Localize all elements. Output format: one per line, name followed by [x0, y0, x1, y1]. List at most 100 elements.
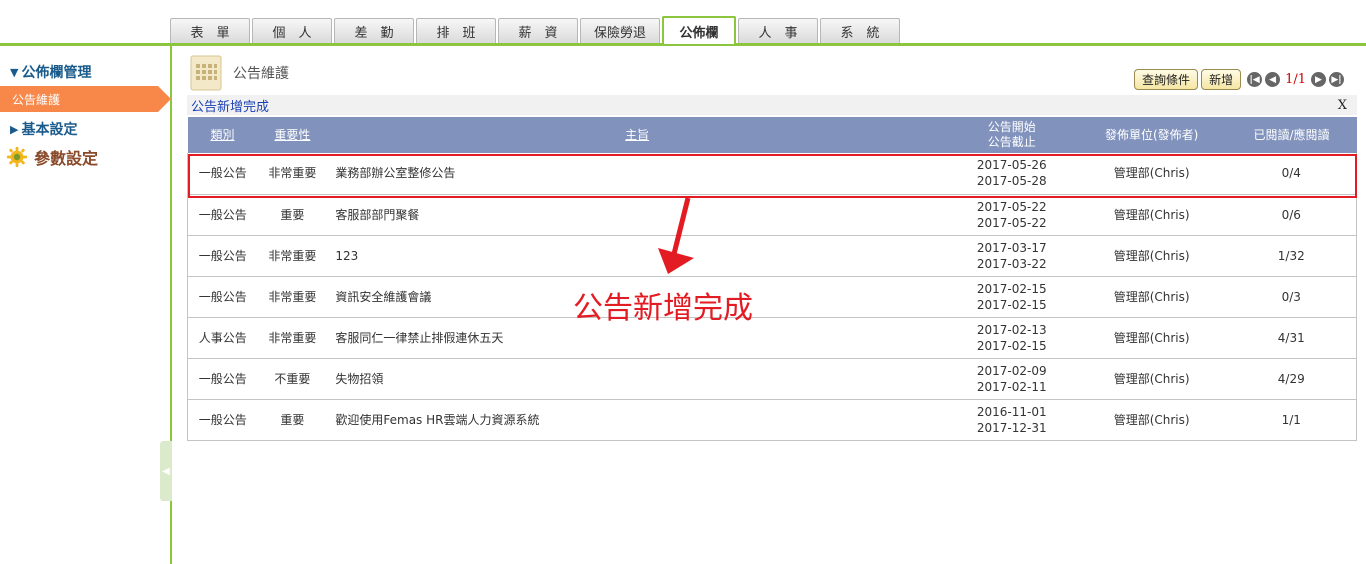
cell-dates: 2016-11-01 2017-12-31: [947, 399, 1077, 440]
cell-dates: 2017-02-15 2017-02-15: [947, 276, 1077, 317]
cell-importance: 不重要: [274, 371, 311, 386]
table-row[interactable]: 一般公告 不重要 失物招領 2017-02-09 2017-02-11 管理部(Chris…: [187, 358, 1357, 399]
annotation-text: 公告新增完成: [573, 291, 753, 326]
page-indicator: 1/1: [1285, 72, 1306, 87]
query-conditions-button[interactable]: 查詢條件: [1134, 69, 1199, 90]
sidebar-section-basic-settings[interactable]: ▶ 基本設定: [0, 119, 170, 139]
sidebar-item-parameter-settings[interactable]: 參數設定: [0, 145, 170, 169]
column-header-category[interactable]: 類別: [188, 117, 258, 153]
cell-department: 管理部(Chris): [1113, 248, 1190, 263]
status-message: 公告新增完成: [191, 99, 270, 115]
cell-subject[interactable]: 業務部辦公室整修公告: [327, 153, 946, 194]
cell-read: 1/1: [1281, 412, 1301, 427]
page-header: 公告維護: [187, 54, 289, 92]
add-button[interactable]: 新增: [1201, 69, 1242, 90]
cell-date-end: 2017-02-11: [976, 379, 1047, 394]
cell-date-start: 2017-02-09: [976, 363, 1047, 378]
column-header-importance[interactable]: 重要性: [257, 117, 327, 153]
sidebar: ▼ 公佈欄管理 公告維護 ▶ 基本設定 參數設定 ◀: [0, 46, 172, 564]
column-header-date-start: 公告開始: [987, 120, 1036, 134]
cell-category: 一般公告: [198, 166, 247, 181]
cell-read: 1/32: [1277, 248, 1305, 263]
previous-page-icon[interactable]: ◀: [1265, 72, 1281, 87]
gear-icon: [6, 146, 28, 168]
sidebar-section-label: 公佈欄管理: [21, 65, 92, 81]
cell-category: 一般公告: [198, 248, 247, 263]
last-page-icon[interactable]: ▶|: [1329, 72, 1344, 87]
tab-1[interactable]: 個 人: [252, 18, 332, 44]
tab-5[interactable]: 保險勞退: [580, 18, 660, 44]
column-header-subject[interactable]: 主旨: [327, 117, 946, 153]
main-tabs: 表 單個 人差 勤排 班薪 資保險勞退 公佈欄人 事系 統: [170, 16, 900, 44]
cell-date-start: 2017-05-26: [976, 158, 1047, 173]
cell-importance: 非常重要: [268, 166, 317, 181]
cell-read: 4/31: [1277, 330, 1305, 345]
document-list-icon: [190, 55, 222, 91]
sidebar-item-announcement-maintenance[interactable]: 公告維護: [0, 86, 171, 112]
next-page-icon[interactable]: ▶: [1311, 72, 1326, 87]
cell-importance: 重要: [280, 412, 305, 427]
top-navigation: 表 單個 人差 勤排 班薪 資保險勞退 公佈欄人 事系 統: [0, 0, 1366, 46]
cell-date-end: 2017-02-15: [976, 338, 1047, 353]
cell-department: 管理部(Chris): [1113, 330, 1190, 345]
sidebar-section-label: 基本設定: [21, 122, 78, 138]
cell-read: 0/4: [1281, 166, 1301, 181]
cell-dates: 2017-05-22 2017-05-22: [947, 194, 1077, 235]
cell-subject[interactable]: 客服部部門聚餐: [327, 194, 946, 235]
column-header-dates: 公告開始 公告截止: [947, 117, 1077, 153]
sidebar-collapse-handle[interactable]: ◀: [160, 441, 172, 501]
cell-category: 一般公告: [198, 371, 247, 386]
cell-department: 管理部(Chris): [1113, 289, 1190, 304]
tab-2[interactable]: 差 勤: [334, 18, 414, 44]
cell-date-start: 2017-03-17: [976, 240, 1047, 255]
table-row[interactable]: 一般公告 重要 歡迎使用Femas HR雲端人力資源系統 2016-11-01 2017…: [187, 399, 1357, 440]
first-page-icon[interactable]: |◀: [1247, 72, 1263, 87]
cell-importance: 非常重要: [268, 248, 317, 263]
close-message-button[interactable]: X: [1338, 98, 1347, 113]
cell-department: 管理部(Chris): [1113, 207, 1190, 222]
cell-importance: 非常重要: [268, 289, 317, 304]
tab-8[interactable]: 系 統: [820, 18, 900, 44]
cell-department: 管理部(Chris): [1113, 166, 1190, 181]
cell-subject[interactable]: 歡迎使用Femas HR雲端人力資源系統: [327, 399, 946, 440]
tab-4[interactable]: 薪 資: [498, 18, 578, 44]
column-header-date-end: 公告截止: [987, 135, 1036, 149]
cell-category: 人事公告: [198, 330, 247, 345]
cell-date-start: 2016-11-01: [976, 404, 1047, 419]
announcement-table: 類別 重要性 主旨 公告開始 公告截止 發佈單位(發佈者) 已閱讀/應閱讀 一般…: [187, 117, 1357, 441]
triangle-right-icon: ▶: [10, 122, 19, 136]
tab-0[interactable]: 表 單: [170, 18, 250, 44]
cell-read: 0/6: [1281, 207, 1301, 222]
table-row[interactable]: 一般公告 重要 客服部部門聚餐 2017-05-22 2017-05-22 管理部(Chr…: [187, 194, 1357, 235]
cell-category: 一般公告: [198, 412, 247, 427]
cell-dates: 2017-02-09 2017-02-11: [947, 358, 1077, 399]
page-title: 公告維護: [233, 66, 289, 82]
table-row[interactable]: 人事公告 非常重要 客服同仁一律禁止排假連休五天 2017-02-13 2017-02-…: [187, 317, 1357, 358]
cell-category: 一般公告: [198, 289, 247, 304]
table-row[interactable]: 一般公告 非常重要 123 2017-03-17 2017-03-22 管理部(Chris…: [187, 235, 1357, 276]
sidebar-item-label: 公告維護: [12, 92, 61, 107]
cell-subject[interactable]: 123: [327, 235, 946, 276]
cell-subject[interactable]: 失物招領: [327, 358, 946, 399]
sidebar-section-announcement-management[interactable]: ▼ 公佈欄管理: [0, 62, 170, 82]
table-header-row: 類別 重要性 主旨 公告開始 公告截止 發佈單位(發佈者) 已閱讀/應閱讀: [187, 117, 1357, 153]
cell-department: 管理部(Chris): [1113, 371, 1190, 386]
cell-date-start: 2017-02-15: [976, 281, 1047, 296]
table-row[interactable]: 一般公告 非常重要 資訊安全維護會議 2017-02-15 2017-02-15 管理部(…: [187, 276, 1357, 317]
cell-dates: 2017-02-13 2017-02-15: [947, 317, 1077, 358]
triangle-down-icon: ▼: [10, 65, 19, 79]
tab-3[interactable]: 排 班: [416, 18, 496, 44]
annotation-arrow-icon: [658, 197, 694, 274]
sidebar-item-label: 參數設定: [34, 149, 99, 168]
status-message-bar: 公告新增完成 X: [187, 95, 1357, 115]
cell-date-end: 2017-05-28: [976, 174, 1047, 189]
tab-6[interactable]: 公佈欄: [662, 16, 736, 44]
cell-dates: 2017-05-26 2017-05-28: [947, 153, 1077, 194]
cell-date-start: 2017-05-22: [976, 199, 1047, 214]
cell-importance: 重要: [280, 207, 305, 222]
cell-read: 4/29: [1277, 371, 1305, 386]
table-row[interactable]: 一般公告 非常重要 業務部辦公室整修公告 2017-05-26 2017-05-28 管理…: [187, 153, 1357, 194]
tab-7[interactable]: 人 事: [738, 18, 818, 44]
cell-date-end: 2017-12-31: [976, 420, 1047, 435]
column-header-read: 已閱讀/應閱讀: [1253, 127, 1330, 142]
